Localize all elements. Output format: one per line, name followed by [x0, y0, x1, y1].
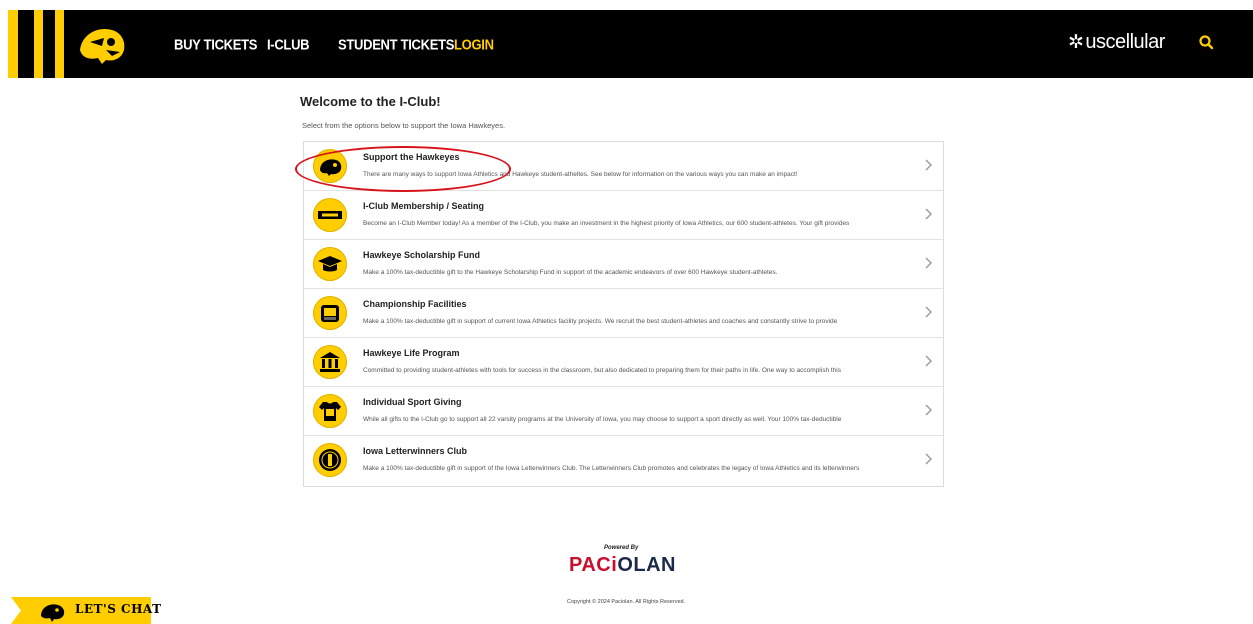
list-item-letterwinners-club[interactable]: Iowa Letterwinners Club Make a 100% tax-… [304, 436, 943, 484]
list-item-championship-facilities[interactable]: Championship Facilities Make a 100% tax-… [304, 289, 943, 338]
sponsor-logo[interactable]: ✲ uscellular [1068, 31, 1165, 54]
institution-icon [313, 345, 347, 379]
stadium-icon [313, 296, 347, 330]
site-header: BUY TICKETS I-CLUB STUDENT TICKETS LOGIN… [8, 10, 1253, 78]
star-icon: ✲ [1068, 32, 1084, 53]
item-title: Iowa Letterwinners Club [363, 446, 468, 456]
nav-student-tickets[interactable]: STUDENT TICKETS [338, 36, 454, 53]
graduation-cap-icon [313, 247, 347, 281]
copyright-text: Copyright © 2024 Paciolan. All Rights Re… [567, 599, 686, 605]
gold-stripe [34, 10, 43, 78]
list-item-support-the-hawkeyes[interactable]: Support the Hawkeyes There are many ways… [304, 142, 943, 191]
search-icon[interactable] [1196, 32, 1218, 54]
page-title: Welcome to the I-Club! [300, 94, 441, 109]
item-title: Support the Hawkeyes [363, 152, 460, 162]
item-title: Hawkeye Scholarship Fund [363, 250, 481, 260]
chevron-right-icon [925, 306, 932, 318]
nav-i-club[interactable]: I-CLUB [267, 36, 310, 53]
paciolan-logo[interactable]: PACiOLAN [569, 554, 676, 577]
item-description: There are many ways to support Iowa Athl… [363, 171, 798, 178]
hawkeye-logo-icon[interactable] [76, 20, 128, 68]
item-title: Championship Facilities [363, 299, 467, 309]
item-description: While all gifts to the I-Club go to supp… [363, 416, 842, 423]
item-description: Committed to providing student-athletes … [363, 367, 841, 374]
sponsor-name: uscellular [1085, 31, 1165, 53]
chevron-right-icon [925, 355, 932, 367]
item-description: Make a 100% tax-deductible gift to the H… [363, 269, 778, 276]
item-title: Individual Sport Giving [363, 397, 462, 407]
list-item-scholarship-fund[interactable]: Hawkeye Scholarship Fund Make a 100% tax… [304, 240, 943, 289]
paciolan-logo-part: PACi [569, 554, 618, 576]
lets-chat-label[interactable]: LET'S CHAT [75, 602, 162, 616]
chevron-right-icon [925, 159, 932, 171]
letterwinners-seal-icon [313, 443, 347, 477]
chevron-right-icon [925, 257, 932, 269]
gold-stripe [55, 10, 64, 78]
chevron-right-icon [925, 208, 932, 220]
nav-login[interactable]: LOGIN [454, 36, 494, 53]
paciolan-logo-part: OLAN [617, 554, 676, 576]
nav-buy-tickets[interactable]: BUY TICKETS [174, 36, 257, 53]
jersey-icon [313, 394, 347, 428]
list-item-individual-sport-giving[interactable]: Individual Sport Giving While all gifts … [304, 387, 943, 436]
item-description: Make a 100% tax-deductible gift in suppo… [363, 318, 838, 325]
gold-stripe [8, 10, 18, 78]
chevron-right-icon [925, 404, 932, 416]
list-item-iclub-membership[interactable]: I-Club Membership / Seating Become an I-… [304, 191, 943, 240]
powered-by-label: Powered By [604, 545, 639, 551]
item-title: I-Club Membership / Seating [363, 201, 485, 211]
page-subtitle: Select from the options below to support… [302, 121, 506, 130]
hawkeye-icon [313, 149, 347, 183]
list-item-hawkeye-life[interactable]: Hawkeye Life Program Committed to provid… [304, 338, 943, 387]
chevron-right-icon [925, 453, 932, 465]
item-description: Make a 100% tax-deductible gift in suppo… [363, 465, 860, 472]
support-options-list: Support the Hawkeyes There are many ways… [303, 141, 944, 487]
item-title: Hawkeye Life Program [363, 348, 460, 358]
item-description: Become an I-Club Member today! As a memb… [363, 220, 850, 227]
iclub-badge-icon [313, 198, 347, 232]
